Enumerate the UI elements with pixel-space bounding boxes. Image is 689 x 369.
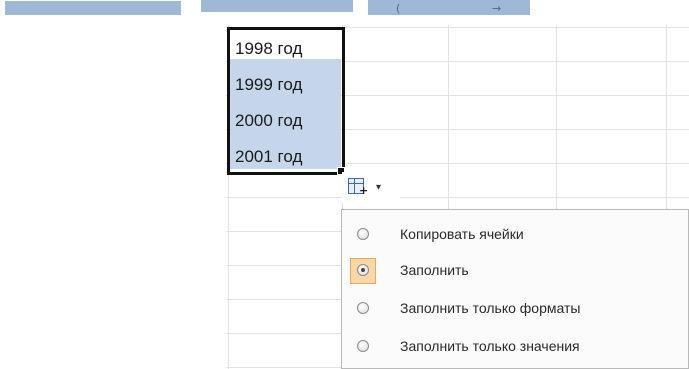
menu-item-label: Заполнить только форматы [400,300,581,316]
ribbon-segment: ( → [368,0,530,15]
selection-border [227,27,345,175]
autofill-options-button[interactable]: + ▾ [342,172,400,202]
ribbon-right-arrow-icon: → [492,2,502,15]
menu-item-label: Заполнить только значения [400,338,580,354]
ribbon-left-arrow-icon: ( [396,2,401,15]
menu-item-copy-cells[interactable]: Копировать ячейки [342,218,688,252]
ribbon-segment [201,0,353,12]
menu-item-label: Копировать ячейки [400,226,524,242]
radio-icon [357,340,369,352]
radio-icon [357,302,369,314]
menu-item-label: Заполнить [400,262,469,278]
menu-item-fill-without-formatting[interactable]: Заполнить только значения [342,330,688,364]
chevron-down-icon: ▾ [376,181,382,193]
menu-item-fill-formats-only[interactable]: Заполнить только форматы [342,292,688,326]
autofill-options-menu: Копировать ячейки Заполнить Заполнить то… [341,209,689,369]
ribbon-segment [5,1,181,15]
autofill-options-icon: + [348,178,368,196]
spreadsheet-window: ( → 1998 год 1999 год 2000 год 2001 год … [0,0,689,369]
menu-item-fill-series[interactable]: Заполнить [342,254,688,288]
radio-checked-icon [357,264,369,276]
radio-icon [357,228,369,240]
